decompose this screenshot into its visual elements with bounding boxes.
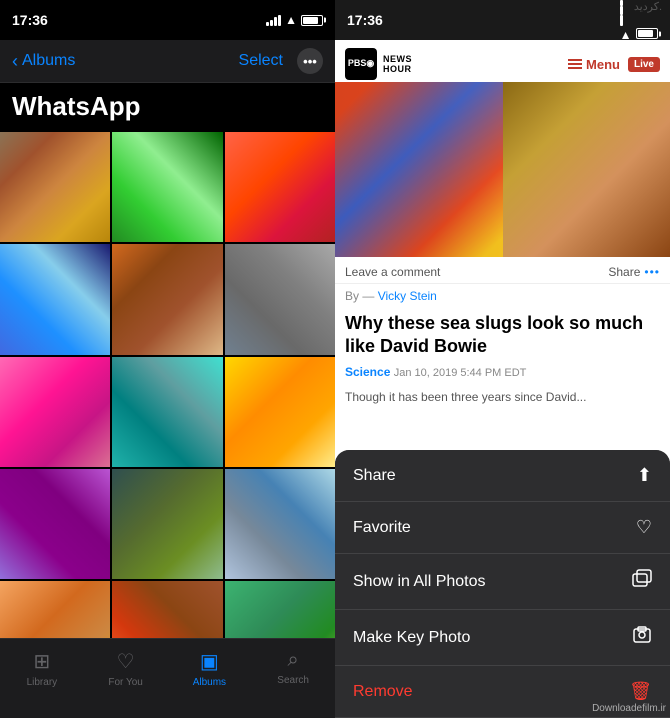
- article-share-area: Share •••: [608, 265, 660, 279]
- back-label: Albums: [22, 52, 75, 70]
- context-menu: Share ⬆ Favorite ♡ Show in All Photos Ma…: [335, 450, 670, 718]
- article-date: Jan 10, 2019 5:44 PM EDT: [394, 367, 527, 379]
- share-icon: ⬆: [637, 465, 652, 486]
- pbs-news-hour-text: NEWS HOUR: [383, 54, 412, 74]
- tab-library-label: Library: [27, 677, 58, 688]
- top-watermark: كردید.: [634, 0, 662, 13]
- wifi-icon: ▲: [285, 13, 297, 27]
- photo-cell[interactable]: [112, 357, 222, 467]
- live-badge: Live: [628, 57, 660, 72]
- article-author-prefix: By —: [345, 289, 374, 303]
- article-author: By — Vicky Stein: [335, 284, 670, 308]
- article-comment-link[interactable]: Leave a comment: [345, 265, 440, 279]
- context-remove-label: Remove: [353, 683, 413, 701]
- left-panel: 17:36 ▲ ‹ Albums Select ••• WhatsApp: [0, 0, 335, 718]
- nav-actions: Select •••: [239, 48, 323, 74]
- tab-library[interactable]: ⊞ Library: [17, 649, 67, 688]
- article-share-label[interactable]: Share: [608, 265, 640, 279]
- photo-cell[interactable]: [225, 357, 335, 467]
- right-time: 17:36: [347, 12, 383, 28]
- left-time: 17:36: [12, 12, 48, 28]
- album-title-text: WhatsApp: [12, 91, 323, 122]
- tab-bar: ⊞ Library ♡ For You ▣ Albums ⌕ Search: [0, 638, 335, 718]
- pbs-nav: Menu Live: [568, 57, 660, 72]
- article-more-icon[interactable]: •••: [644, 265, 660, 279]
- left-status-bar: 17:36 ▲: [0, 0, 335, 40]
- pbs-news-line1: NEWS: [383, 54, 412, 64]
- photo-cell[interactable]: [225, 469, 335, 579]
- article-image-person: [335, 82, 519, 257]
- select-button[interactable]: Select: [239, 52, 283, 70]
- photo-cell[interactable]: [225, 244, 335, 354]
- article-hero-image: [335, 82, 670, 257]
- pbs-logo-text: PBS◉: [348, 59, 374, 69]
- for-you-icon: ♡: [117, 649, 135, 674]
- article-category-link[interactable]: Science: [345, 365, 390, 379]
- context-menu-show-all[interactable]: Show in All Photos: [335, 554, 670, 610]
- trash-icon: 🗑: [629, 681, 652, 702]
- photo-grid: [0, 132, 335, 718]
- context-menu-key-photo[interactable]: Make Key Photo: [335, 610, 670, 666]
- context-show-all-label: Show in All Photos: [353, 573, 486, 591]
- search-icon: ⌕: [288, 649, 299, 672]
- pbs-logo: PBS◉ NEWS HOUR: [345, 48, 412, 80]
- tab-search[interactable]: ⌕ Search: [268, 649, 318, 686]
- article-image-right: [503, 82, 670, 257]
- photo-cell[interactable]: [225, 132, 335, 242]
- article-author-name[interactable]: Vicky Stein: [378, 289, 437, 303]
- article-body: Though it has been three years since Dav…: [335, 383, 670, 412]
- left-nav-bar: ‹ Albums Select •••: [0, 40, 335, 83]
- heart-icon: ♡: [636, 517, 652, 538]
- right-battery-icon: [636, 28, 658, 39]
- tab-search-label: Search: [277, 675, 309, 686]
- context-favorite-label: Favorite: [353, 519, 411, 537]
- photo-cell[interactable]: [0, 357, 110, 467]
- hamburger-icon: [568, 59, 582, 69]
- right-status-bar: 17:36 ▲: [335, 0, 670, 40]
- photo-cell[interactable]: [0, 244, 110, 354]
- article-category-area: Science Jan 10, 2019 5:44 PM EDT: [335, 365, 670, 383]
- context-share-label: Share: [353, 467, 396, 485]
- pbs-logo-box: PBS◉: [345, 48, 377, 80]
- album-title-area: WhatsApp: [0, 83, 335, 132]
- more-button[interactable]: •••: [297, 48, 323, 74]
- context-menu-favorite[interactable]: Favorite ♡: [335, 502, 670, 554]
- tab-albums[interactable]: ▣ Albums: [184, 649, 234, 688]
- signal-icon: [266, 14, 281, 26]
- tab-for-you[interactable]: ♡ For You: [101, 649, 151, 688]
- left-status-icons: ▲: [266, 13, 323, 27]
- photo-cell[interactable]: [112, 244, 222, 354]
- chevron-left-icon: ‹: [12, 51, 18, 72]
- albums-icon: ▣: [200, 649, 219, 674]
- context-menu-share[interactable]: Share ⬆: [335, 450, 670, 502]
- library-icon: ⊞: [33, 649, 50, 674]
- photo-cell[interactable]: [112, 132, 222, 242]
- pbs-header: PBS◉ NEWS HOUR Menu Live: [335, 40, 670, 88]
- photo-cell[interactable]: [0, 132, 110, 242]
- photos-icon: [632, 569, 652, 594]
- right-panel: 17:36 ▲ PBS◉ NEWS HOUR: [335, 0, 670, 718]
- context-key-photo-label: Make Key Photo: [353, 629, 470, 647]
- tab-for-you-label: For You: [108, 677, 142, 688]
- key-photo-icon: [632, 625, 652, 650]
- pbs-news-line2: HOUR: [383, 64, 412, 74]
- photo-cell[interactable]: [0, 469, 110, 579]
- article-headline: Why these sea slugs look so much like Da…: [335, 308, 670, 365]
- pbs-menu-button[interactable]: Menu: [568, 57, 620, 72]
- back-button[interactable]: ‹ Albums: [12, 51, 75, 72]
- photo-cell[interactable]: [112, 469, 222, 579]
- battery-icon: [301, 15, 323, 26]
- pbs-menu-label: Menu: [586, 57, 620, 72]
- bottom-watermark: Downloadefilm.ir: [592, 703, 666, 714]
- article-meta: Leave a comment Share •••: [335, 257, 670, 284]
- tab-albums-label: Albums: [193, 677, 226, 688]
